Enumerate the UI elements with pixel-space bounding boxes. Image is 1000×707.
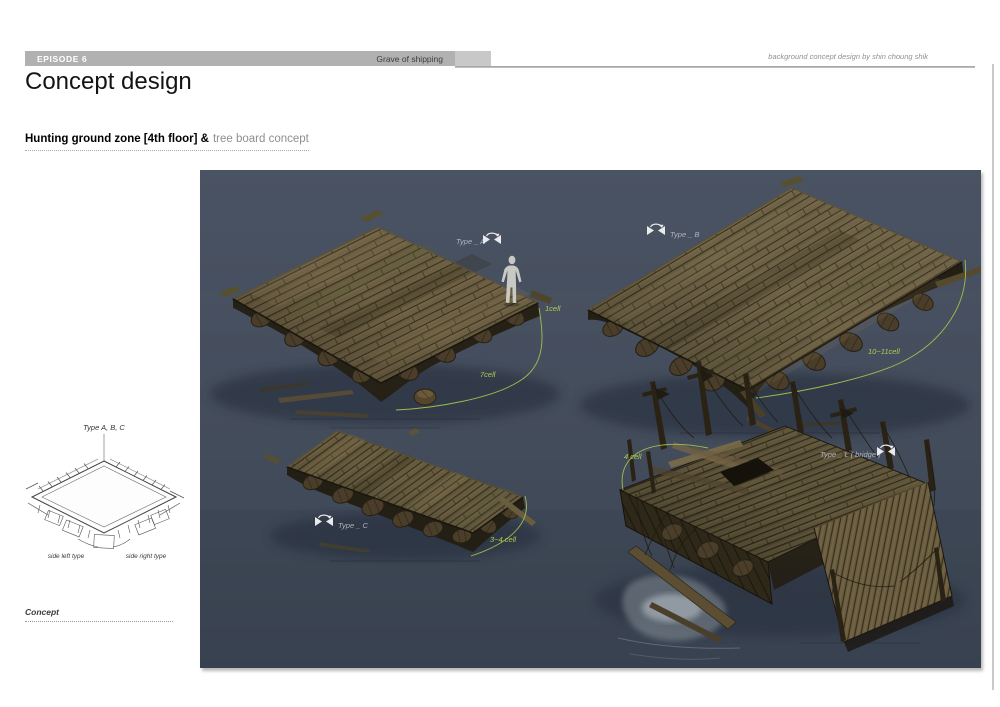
concept-footer-text: Concept bbox=[25, 607, 59, 617]
page-title: Concept design bbox=[25, 68, 192, 95]
episode-label: EPISODE 6 bbox=[37, 53, 88, 64]
section-label: Grave of shipping bbox=[376, 53, 443, 64]
cell-label-a7: 7cell bbox=[480, 370, 496, 379]
subtitle: Hunting ground zone [4th floor] & tree bo… bbox=[25, 129, 309, 151]
concept-art-canvas: 1cell 7cell Type _ A 10~11cell Type _ B … bbox=[200, 170, 984, 668]
diagram-left-label: side left type bbox=[48, 553, 85, 560]
type-a-label: Type _ A bbox=[456, 237, 485, 246]
subtitle-secondary: tree board concept bbox=[212, 133, 309, 145]
diagram-right-label: side right type bbox=[126, 553, 167, 560]
header-rule bbox=[455, 66, 975, 68]
concept-footer-label: Concept bbox=[25, 607, 173, 622]
type-diagram-svg: Type A, B, C side left type side right t… bbox=[25, 423, 185, 560]
cell-label-b: 10~11cell bbox=[868, 347, 900, 356]
page-edge-line bbox=[992, 64, 994, 690]
type-c-label: Type _ C bbox=[338, 521, 368, 530]
diagram-title: Type A, B, C bbox=[83, 423, 125, 432]
cell-label-l: 4 cell bbox=[624, 452, 642, 461]
type-b-label: Type _ B bbox=[670, 230, 699, 239]
type-diagram: Type A, B, C side left type side right t… bbox=[18, 417, 190, 567]
cell-label-c: 3~4 cell bbox=[490, 535, 516, 544]
concept-artboard: 1cell 7cell Type _ A 10~11cell Type _ B … bbox=[200, 170, 984, 668]
cell-label-a1: 1cell bbox=[545, 304, 561, 313]
subtitle-primary: Hunting ground zone [4th floor] & bbox=[25, 133, 209, 145]
header-bar: EPISODE 6 Grave of shipping bbox=[25, 51, 455, 66]
type-l-label: Type _ L ( bridge ) bbox=[820, 450, 881, 459]
page: EPISODE 6 Grave of shipping background c… bbox=[0, 0, 1000, 707]
platform-outline bbox=[30, 460, 178, 534]
credit-text: background concept design by shin choung… bbox=[768, 52, 928, 61]
floating-barrel bbox=[413, 388, 437, 406]
